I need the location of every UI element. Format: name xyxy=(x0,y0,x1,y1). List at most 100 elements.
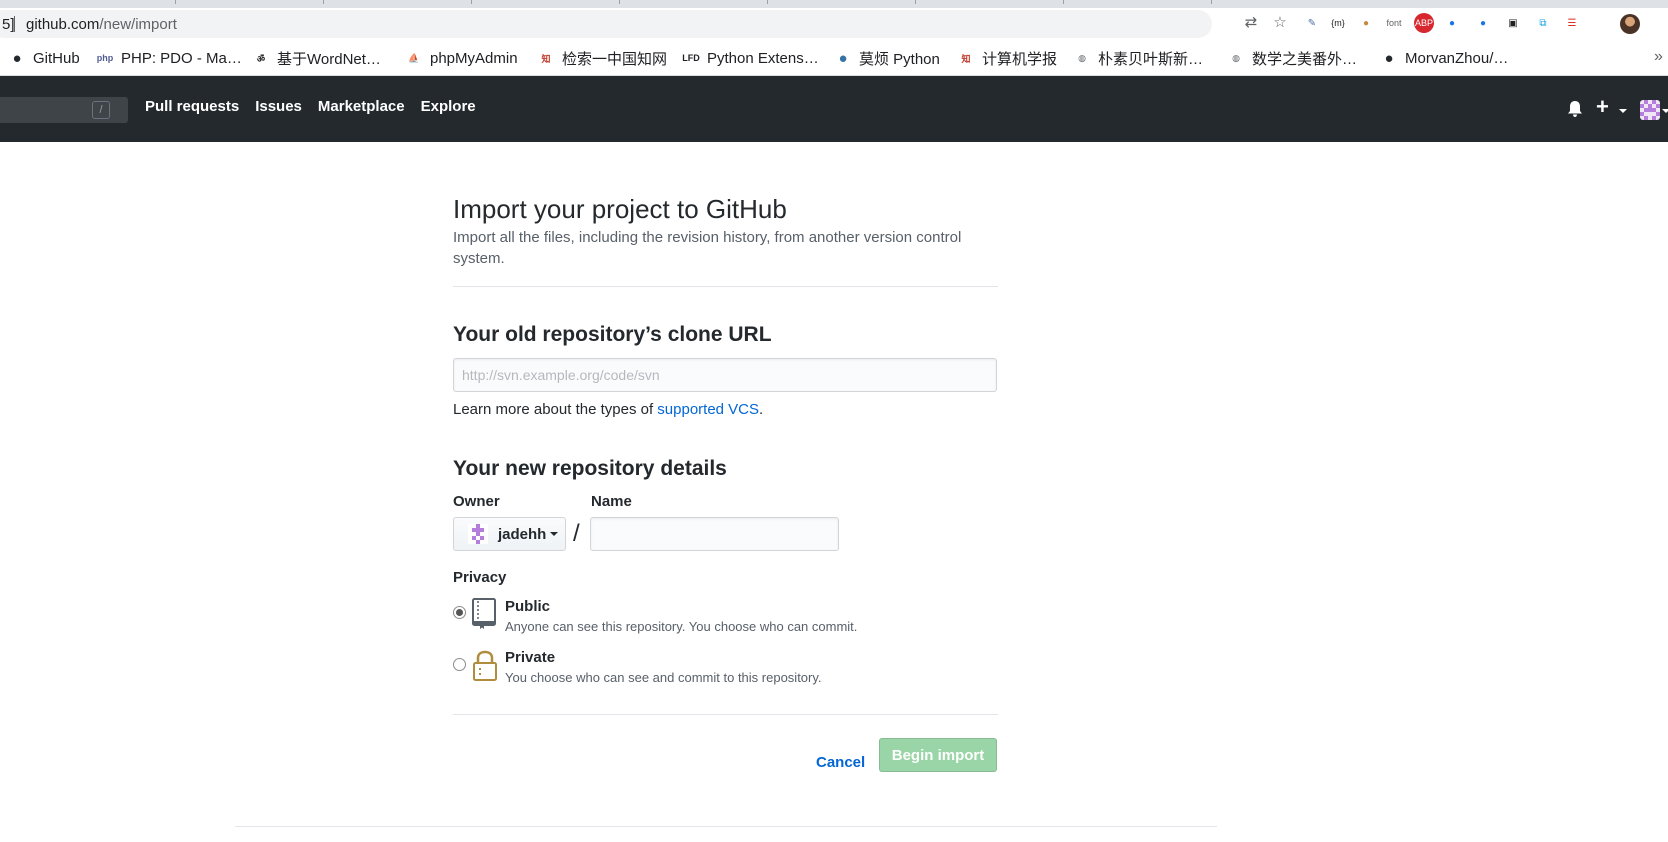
bookmark-item[interactable]: php PHP: PDO - Ma… xyxy=(97,48,242,68)
phpmyadmin-icon: ⛵ xyxy=(408,52,420,63)
learn-more-prefix: Learn more about the types of xyxy=(453,401,658,418)
tab-separator xyxy=(915,0,916,4)
bookmark-item[interactable]: ● 莫烦 Python xyxy=(835,48,940,68)
bookmark-item[interactable]: 知检索一中国知网 xyxy=(538,48,667,68)
pencil-circle-icon[interactable]: ✎ xyxy=(1302,13,1322,33)
browser-toolbar: 5] github.com/new/import ⇄ ☆ ✎ {m} ● font ABP ●… xyxy=(0,8,1668,40)
bookmark-item[interactable]: ● MorvanZhou/… xyxy=(1381,48,1508,68)
bookmark-item[interactable]: ⛵ phpMyAdmin xyxy=(406,48,518,68)
tab-separator xyxy=(175,0,176,4)
user-avatar[interactable] xyxy=(1640,100,1660,120)
url-path: /new/import xyxy=(99,16,177,33)
learn-more-suffix: . xyxy=(759,401,764,418)
footer-divider xyxy=(235,826,1217,827)
new-repo-heading: Your new repository details xyxy=(453,457,727,480)
learn-more-text: Learn more about the types of supported … xyxy=(453,401,763,418)
private-title: Private xyxy=(505,649,556,666)
bookmark-item[interactable]: ॐ 基于WordNet… xyxy=(253,48,381,68)
bookmark-item[interactable]: ◍ 朴素贝叶斯新… xyxy=(1074,48,1203,68)
owner-value: jadehh xyxy=(498,525,547,543)
repository-name-input[interactable] xyxy=(590,517,839,551)
nav-marketplace[interactable]: Marketplace xyxy=(318,98,405,115)
bookmarks-bar: ● GitHub php PHP: PDO - Ma… ॐ 基于WordNet… ⛵ phpM… xyxy=(0,40,1668,76)
tab-separator xyxy=(1063,0,1064,4)
reader-icon[interactable]: ☰ xyxy=(1562,13,1582,33)
bulb-icon[interactable]: ● xyxy=(1473,13,1493,33)
create-new-button[interactable]: + xyxy=(1596,94,1609,120)
bookmark-label: phpMyAdmin xyxy=(430,49,518,67)
nav-pull-requests[interactable]: Pull requests xyxy=(145,98,239,115)
bookmark-item[interactable]: ● GitHub xyxy=(9,48,79,68)
omnibox-cursor xyxy=(14,16,15,32)
bookmark-item[interactable]: ◍ 数学之美番外… xyxy=(1228,48,1357,68)
url-host: github.com xyxy=(26,16,100,33)
om-icon: ॐ xyxy=(256,53,266,64)
divider xyxy=(453,286,998,287)
cookie-icon[interactable]: ● xyxy=(1356,13,1376,33)
nav-explore[interactable]: Explore xyxy=(421,98,476,115)
bookmark-label: 数学之美番外… xyxy=(1252,50,1358,68)
browser-tab-strip xyxy=(0,0,1668,8)
tab-icon[interactable]: ▣ xyxy=(1503,13,1523,33)
bookmark-label: 莫烦 Python xyxy=(859,50,940,68)
nav-issues[interactable]: Issues xyxy=(255,98,302,115)
bookmark-label: 计算机学报 xyxy=(982,50,1058,68)
header-nav: Pull requests Issues Marketplace Explore xyxy=(145,98,476,115)
omnibox-url[interactable]: github.com/new/import xyxy=(26,16,177,33)
page-subtitle: Import all the files, including the revi… xyxy=(453,229,962,267)
globe-icon: ◍ xyxy=(1078,52,1086,63)
lock-icon xyxy=(473,650,497,681)
bookmark-label: PHP: PDO - Ma… xyxy=(121,49,242,67)
public-description: Anyone can see this repository. You choo… xyxy=(505,619,858,634)
public-radio[interactable] xyxy=(453,606,466,619)
bulb-icon[interactable]: ● xyxy=(1442,13,1462,33)
search-input[interactable]: / xyxy=(0,97,128,123)
bookmark-label: 基于WordNet… xyxy=(277,50,381,68)
supported-vcs-link[interactable]: supported VCS xyxy=(657,401,759,418)
php-icon: php xyxy=(96,53,114,63)
search-shortcut-hint: / xyxy=(92,101,110,119)
bookmark-label: 检索一中国知网 xyxy=(562,50,668,68)
tab-separator xyxy=(619,0,620,4)
screenshot-icon[interactable]: ⧉ xyxy=(1533,13,1553,33)
begin-import-button[interactable]: Begin import xyxy=(879,738,997,772)
tab-separator xyxy=(1211,0,1212,4)
omnibox[interactable]: 5] github.com/new/import xyxy=(0,10,1212,38)
translate-icon[interactable]: ⇄ xyxy=(1242,13,1260,31)
lfd-icon: LFD xyxy=(682,53,700,63)
bookmark-item[interactable]: LFD Python Extens… xyxy=(682,48,819,68)
bookmark-label: Python Extens… xyxy=(707,49,819,67)
clone-url-input[interactable] xyxy=(453,358,997,392)
json-viewer-icon[interactable]: {m} xyxy=(1328,13,1348,33)
github-icon: ● xyxy=(12,49,22,67)
cancel-button[interactable]: Cancel xyxy=(816,754,865,771)
cnki-icon: 知 xyxy=(961,53,971,64)
tab-separator xyxy=(323,0,324,4)
globe-icon: ◍ xyxy=(1232,52,1240,63)
chevron-down-icon xyxy=(550,532,559,536)
page-title: Import your project to GitHub xyxy=(453,194,787,224)
star-icon[interactable]: ☆ xyxy=(1271,13,1289,31)
bookmark-label: MorvanZhou/… xyxy=(1405,49,1509,67)
github-icon: ● xyxy=(1384,49,1394,67)
clone-url-heading: Your old repository’s clone URL xyxy=(453,323,772,346)
owner-select[interactable]: jadehh xyxy=(453,517,566,551)
name-label: Name xyxy=(591,493,632,510)
private-radio[interactable] xyxy=(453,658,466,671)
cnki-icon: 知 xyxy=(541,53,551,64)
chevron-down-icon xyxy=(1662,109,1668,113)
owner-avatar xyxy=(468,524,488,544)
tab-separator xyxy=(471,0,472,4)
adblock-icon[interactable]: ABP xyxy=(1414,13,1434,33)
python-icon: ● xyxy=(838,49,848,67)
owner-name-separator: / xyxy=(573,520,580,547)
bell-icon[interactable] xyxy=(1567,100,1583,118)
bookmarks-overflow-button[interactable]: » xyxy=(1654,48,1663,66)
divider xyxy=(453,714,998,715)
bookmark-item[interactable]: 知计算机学报 xyxy=(958,48,1057,68)
privacy-label: Privacy xyxy=(453,569,507,586)
owner-label: Owner xyxy=(453,493,500,510)
font-icon[interactable]: font xyxy=(1384,13,1404,33)
profile-avatar[interactable] xyxy=(1620,14,1640,34)
chevron-down-icon xyxy=(1619,109,1627,113)
